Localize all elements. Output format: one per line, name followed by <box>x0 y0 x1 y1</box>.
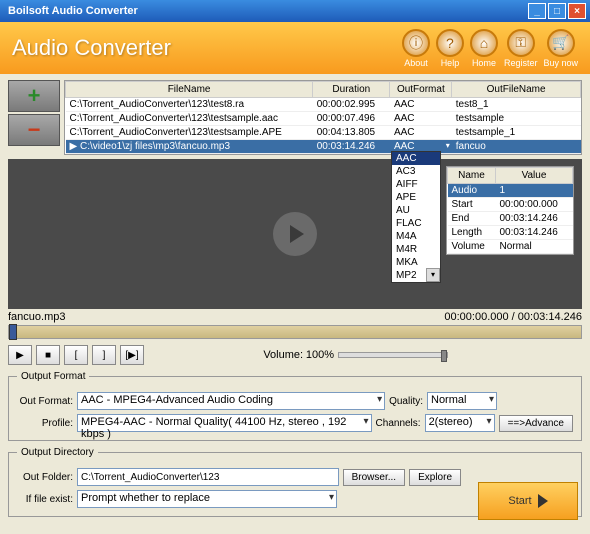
home-icon: ⌂ <box>470 29 498 57</box>
property-row[interactable]: End00:03:14.246 <box>448 212 573 226</box>
out-folder-label: Out Folder: <box>17 472 73 483</box>
channels-select[interactable]: 2(stereo) <box>425 414 495 432</box>
format-option[interactable]: AU <box>392 204 440 217</box>
if-file-exist-select[interactable]: Prompt whether to replace <box>77 490 337 508</box>
property-row[interactable]: Start00:00:00.000 <box>448 198 573 212</box>
table-row[interactable]: C:\video1\zj files\mp3\fancuo.mp300:03:1… <box>66 140 581 154</box>
register-button[interactable]: ⚿Register <box>504 29 538 68</box>
column-header: Value <box>495 168 572 184</box>
about-button[interactable]: ⓘAbout <box>402 29 430 68</box>
volume-label: Volume: 100% <box>263 349 334 361</box>
preview-filename: fancuo.mp3 <box>8 311 65 323</box>
quality-label: Quality: <box>389 396 423 407</box>
out-format-label: Out Format: <box>17 396 73 407</box>
out-folder-input[interactable] <box>77 468 339 486</box>
window-title: Boilsoft Audio Converter <box>4 5 528 17</box>
browse-button[interactable]: Browser... <box>343 469 405 486</box>
seek-slider[interactable] <box>8 325 582 339</box>
table-row[interactable]: C:\Torrent_AudioConverter\123\testsample… <box>66 126 581 140</box>
home-button[interactable]: ⌂Home <box>470 29 498 68</box>
if-file-exist-label: If file exist: <box>17 494 73 505</box>
start-button[interactable]: Start <box>478 482 578 520</box>
output-directory-legend: Output Directory <box>17 447 98 458</box>
table-row[interactable]: C:\Torrent_AudioConverter\123\test8.ra00… <box>66 98 581 112</box>
file-table[interactable]: FileNameDurationOutFormatOutFileName C:\… <box>64 80 582 155</box>
properties-table[interactable]: NameValueAudio1Start00:00:00.000End00:03… <box>446 166 574 255</box>
column-header: Name <box>448 168 496 184</box>
buy-now-button[interactable]: 🛒Buy now <box>543 29 578 68</box>
out-format-select[interactable]: AAC - MPEG4-Advanced Audio Coding <box>77 392 385 410</box>
play-range-button[interactable]: [▶] <box>120 345 144 365</box>
outformat-dropdown[interactable]: AACAC3AIFFAPEAUFLACM4AM4RMKAMP2▾ <box>391 151 441 283</box>
play-icon[interactable] <box>273 212 317 256</box>
profile-label: Profile: <box>17 418 73 429</box>
format-option[interactable]: AC3 <box>392 165 440 178</box>
chevron-down-icon[interactable]: ▾ <box>446 141 450 150</box>
app-title: Audio Converter <box>12 35 402 61</box>
format-option[interactable]: AAC <box>392 152 440 165</box>
minimize-button[interactable]: _ <box>528 3 546 19</box>
register-icon: ⚿ <box>507 29 535 57</box>
stop-button[interactable]: ■ <box>36 345 60 365</box>
close-button[interactable]: × <box>568 3 586 19</box>
titlebar: Boilsoft Audio Converter _ □ × <box>0 0 590 22</box>
add-file-button[interactable]: + <box>8 80 60 112</box>
help-icon: ? <box>436 29 464 57</box>
buy now-icon: 🛒 <box>547 29 575 57</box>
format-option[interactable]: AIFF <box>392 178 440 191</box>
column-header[interactable]: OutFileName <box>452 82 581 98</box>
profile-select[interactable]: MPEG4-AAC - Normal Quality( 44100 Hz, st… <box>77 414 372 432</box>
property-row[interactable]: Length00:03:14.246 <box>448 226 573 240</box>
about-icon: ⓘ <box>402 29 430 57</box>
help-button[interactable]: ?Help <box>436 29 464 68</box>
volume-slider[interactable] <box>338 352 448 358</box>
explore-button[interactable]: Explore <box>409 469 461 486</box>
table-row[interactable]: C:\Torrent_AudioConverter\123\testsample… <box>66 112 581 126</box>
output-format-legend: Output Format <box>17 371 89 382</box>
volume-handle[interactable] <box>441 350 447 362</box>
preview-time: 00:00:00.000 / 00:03:14.246 <box>444 311 582 323</box>
scroll-down-icon[interactable]: ▾ <box>426 268 440 282</box>
maximize-button[interactable]: □ <box>548 3 566 19</box>
format-option[interactable]: M4A <box>392 230 440 243</box>
format-option[interactable]: FLAC <box>392 217 440 230</box>
header: Audio Converter ⓘAbout?Help⌂Home⚿Registe… <box>0 22 590 74</box>
mark-out-button[interactable]: ] <box>92 345 116 365</box>
column-header[interactable]: Duration <box>313 82 390 98</box>
channels-label: Channels: <box>376 418 421 429</box>
property-row[interactable]: Audio1 <box>448 184 573 198</box>
mark-in-button[interactable]: [ <box>64 345 88 365</box>
format-option[interactable]: APE <box>392 191 440 204</box>
quality-select[interactable]: Normal <box>427 392 497 410</box>
play-button[interactable]: ▶ <box>8 345 32 365</box>
column-header[interactable]: FileName <box>66 82 313 98</box>
property-row[interactable]: VolumeNormal <box>448 240 573 254</box>
column-header[interactable]: OutFormat <box>390 82 452 98</box>
format-option[interactable]: M4R <box>392 243 440 256</box>
advance-button[interactable]: ==>Advance <box>499 415 573 432</box>
seek-handle[interactable] <box>9 324 17 340</box>
remove-file-button[interactable]: − <box>8 114 60 146</box>
output-format-group: Output Format Out Format: AAC - MPEG4-Ad… <box>8 371 582 441</box>
